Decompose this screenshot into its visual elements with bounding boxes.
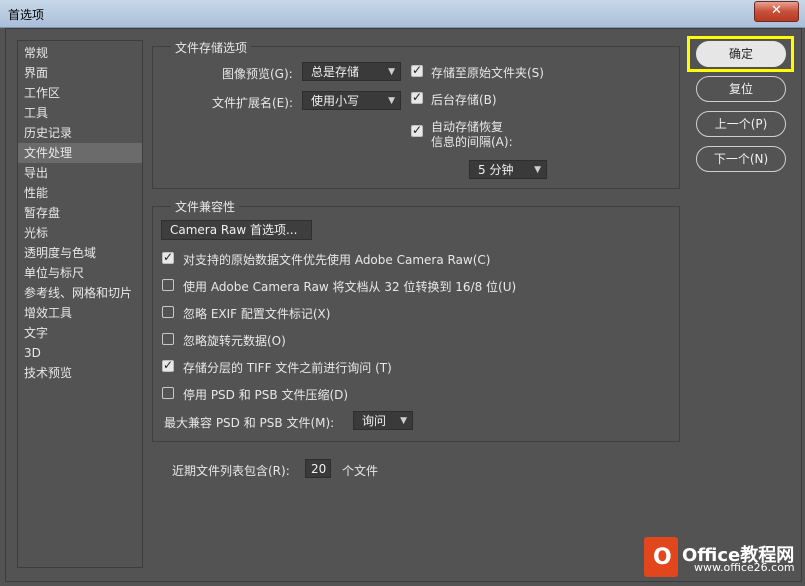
reset-button[interactable]: 复位 [696, 76, 786, 102]
sidebar-item-interface[interactable]: 界面 [18, 63, 142, 83]
file-ext-label: 文件扩展名(E): [212, 96, 293, 110]
sidebar-item-plugins[interactable]: 增效工具 [18, 303, 142, 323]
chevron-down-icon: ▼ [400, 416, 407, 426]
sidebar-item-3d[interactable]: 3D [18, 343, 142, 363]
background-save-label: 后台存储(B) [431, 93, 497, 107]
sidebar-item-scratch-disks[interactable]: 暂存盘 [18, 203, 142, 223]
camera-raw-prefs-button[interactable]: Camera Raw 首选项... [161, 220, 312, 240]
convert-32bit-label: 使用 Adobe Camera Raw 将文档从 32 位转换到 16/8 位(… [183, 280, 517, 294]
ignore-rotation-label: 忽略旋转元数据(O) [183, 334, 286, 348]
auto-save-interval-value: 5 分钟 [478, 163, 514, 177]
watermark-url: www.office26.com [694, 561, 795, 574]
file-compat-group [152, 206, 680, 442]
auto-save-interval-select[interactable]: 5 分钟 ▼ [469, 160, 547, 179]
sidebar-item-history[interactable]: 历史记录 [18, 123, 142, 143]
sidebar-item-tech-preview[interactable]: 技术预览 [18, 363, 142, 383]
sidebar-item-file-handling[interactable]: 文件处理 [18, 143, 142, 163]
sidebar-item-type[interactable]: 文字 [18, 323, 142, 343]
recent-files-label: 近期文件列表包含(R): [172, 464, 290, 478]
prefer-camera-raw-checkbox[interactable] [162, 250, 174, 264]
sidebar-item-guides[interactable]: 参考线、网格和切片 [18, 283, 142, 303]
save-original-folder-label: 存储至原始文件夹(S) [431, 66, 544, 80]
title-bar: 首选项 ✕ [0, 0, 805, 28]
watermark: O Office教程网 www.office26.com [638, 537, 805, 586]
auto-save-checkbox[interactable] [411, 123, 423, 137]
category-list: 常规 界面 工作区 工具 历史记录 文件处理 导出 性能 暂存盘 光标 透明度与… [17, 40, 143, 568]
ignore-exif-label: 忽略 EXIF 配置文件标记(X) [183, 307, 331, 321]
image-preview-select[interactable]: 总是存储 ▼ [302, 62, 401, 81]
next-button[interactable]: 下一个(N) [696, 146, 786, 172]
sidebar-item-general[interactable]: 常规 [18, 43, 142, 63]
disable-psd-compression-checkbox[interactable] [162, 387, 174, 399]
chevron-down-icon: ▼ [388, 67, 395, 77]
background-save-checkbox[interactable] [411, 90, 423, 104]
sidebar-item-transparency[interactable]: 透明度与色域 [18, 243, 142, 263]
close-button[interactable]: ✕ [754, 1, 799, 22]
ignore-exif-checkbox[interactable] [162, 306, 174, 318]
ask-tiff-layers-label: 存储分层的 TIFF 文件之前进行询问 (T) [183, 361, 392, 375]
max-compat-label: 最大兼容 PSD 和 PSB 文件(M): [164, 416, 335, 430]
auto-save-label-line2: 信息的间隔(A): [431, 135, 513, 149]
chevron-down-icon: ▼ [388, 96, 395, 106]
sidebar-item-export[interactable]: 导出 [18, 163, 142, 183]
file-save-group-title: 文件存储选项 [171, 39, 252, 56]
close-icon: ✕ [771, 3, 782, 18]
file-compat-group-title: 文件兼容性 [171, 198, 240, 215]
recent-files-suffix: 个文件 [342, 464, 379, 478]
sidebar-item-units[interactable]: 单位与标尺 [18, 263, 142, 283]
file-ext-select[interactable]: 使用小写 ▼ [302, 91, 401, 110]
sidebar-item-cursors[interactable]: 光标 [18, 223, 142, 243]
sidebar-item-tools[interactable]: 工具 [18, 103, 142, 123]
chevron-down-icon: ▼ [534, 165, 541, 175]
image-preview-value: 总是存储 [311, 65, 360, 79]
ignore-rotation-checkbox[interactable] [162, 333, 174, 345]
window-title: 首选项 [8, 8, 45, 22]
sidebar-item-workspace[interactable]: 工作区 [18, 83, 142, 103]
prev-button[interactable]: 上一个(P) [696, 111, 786, 137]
convert-32bit-checkbox[interactable] [162, 279, 174, 291]
max-compat-value: 询问 [362, 414, 387, 428]
disable-psd-compression-label: 停用 PSD 和 PSB 文件压缩(D) [183, 388, 349, 402]
image-preview-label: 图像预览(G): [222, 67, 293, 81]
file-ext-value: 使用小写 [311, 94, 360, 108]
ask-tiff-layers-checkbox[interactable] [162, 358, 174, 372]
save-original-folder-checkbox[interactable] [411, 63, 423, 77]
office-logo-icon: O [644, 537, 678, 577]
sidebar-item-performance[interactable]: 性能 [18, 183, 142, 203]
recent-files-input[interactable]: 20 [305, 459, 331, 478]
max-compat-select[interactable]: 询问 ▼ [353, 411, 413, 430]
ok-button[interactable]: 确定 [696, 41, 786, 67]
prefer-camera-raw-label: 对支持的原始数据文件优先使用 Adobe Camera Raw(C) [183, 253, 491, 267]
